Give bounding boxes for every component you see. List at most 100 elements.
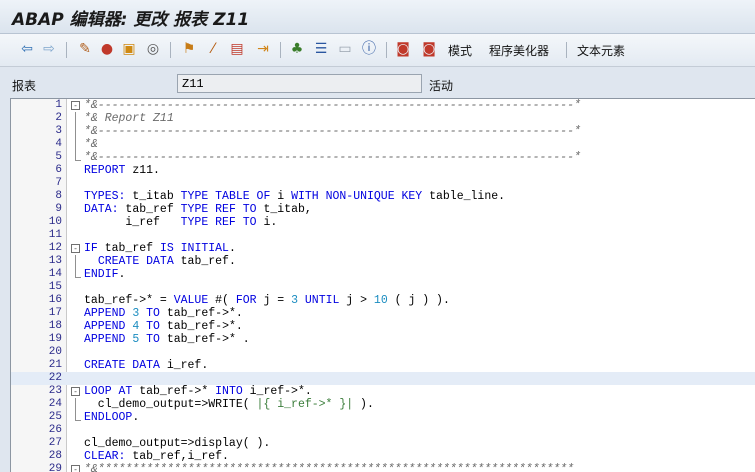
- code-text[interactable]: IF tab_ref IS INITIAL.: [84, 242, 236, 255]
- fold-marker[interactable]: -: [71, 385, 80, 398]
- code-text[interactable]: i_ref TYPE REF TO i.: [84, 216, 277, 229]
- fold-toggle-icon[interactable]: -: [71, 101, 80, 110]
- line-number: 21: [48, 359, 62, 371]
- line-number: 1: [55, 99, 62, 111]
- code-text[interactable]: ENDIF.: [84, 268, 125, 281]
- code-line[interactable]: 7: [11, 177, 755, 190]
- code-line[interactable]: 9 DATA: tab_ref TYPE REF TO t_itab,: [11, 203, 755, 216]
- fold-toggle-icon[interactable]: -: [71, 387, 80, 396]
- code-text[interactable]: tab_ref->* = VALUE #( FOR j = 3 UNTIL j …: [84, 294, 450, 307]
- code-line[interactable]: 3 *&-------------------------------------…: [11, 125, 755, 138]
- fold-marker: [71, 424, 80, 437]
- test-icon[interactable]: ⁄: [204, 40, 222, 58]
- fold-guide: [75, 398, 76, 411]
- code-text[interactable]: *&--------------------------------------…: [84, 151, 581, 164]
- code-line[interactable]: 22: [11, 372, 755, 385]
- code-line[interactable]: 26: [11, 424, 755, 437]
- fold-marker: [71, 333, 80, 346]
- display-object-list-icon[interactable]: ▭: [336, 40, 354, 58]
- back-icon[interactable]: ⇦: [18, 40, 36, 58]
- activate-icon[interactable]: ⚑: [180, 40, 198, 58]
- code-text[interactable]: CREATE DATA tab_ref.: [84, 255, 236, 268]
- fold-end-guide: [75, 268, 81, 278]
- line-number: 25: [48, 411, 62, 423]
- code-line[interactable]: 6 REPORT z11.: [11, 164, 755, 177]
- code-line[interactable]: 18 APPEND 4 TO tab_ref->*.: [11, 320, 755, 333]
- code-line[interactable]: 28 CLEAR: tab_ref,i_ref.: [11, 450, 755, 463]
- code-line[interactable]: 5 *&-------------------------------------…: [11, 151, 755, 164]
- code-line[interactable]: 8 TYPES: t_itab TYPE TABLE OF i WITH NON-…: [11, 190, 755, 203]
- code-text[interactable]: *&--------------------------------------…: [84, 99, 581, 112]
- code-text[interactable]: DATA: tab_ref TYPE REF TO t_itab,: [84, 203, 312, 216]
- code-line[interactable]: 10 i_ref TYPE REF TO i.: [11, 216, 755, 229]
- code-line[interactable]: 4 *&: [11, 138, 755, 151]
- code-line[interactable]: 1- *&------------------------------------…: [11, 99, 755, 112]
- line-number: 26: [48, 424, 62, 436]
- code-text[interactable]: APPEND 3 TO tab_ref->*.: [84, 307, 243, 320]
- code-line[interactable]: 16 tab_ref->* = VALUE #( FOR j = 3 UNTIL …: [11, 294, 755, 307]
- other-object-icon[interactable]: ▣: [120, 40, 138, 58]
- code-text[interactable]: REPORT z11.: [84, 164, 160, 177]
- code-line[interactable]: 20: [11, 346, 755, 359]
- fold-marker: [71, 372, 80, 385]
- code-line[interactable]: 24 cl_demo_output=>WRITE( |{ i_ref->* }|…: [11, 398, 755, 411]
- code-text[interactable]: cl_demo_output=>display( ).: [84, 437, 270, 450]
- code-text[interactable]: ENDLOOP.: [84, 411, 139, 424]
- fold-marker[interactable]: -: [71, 99, 80, 112]
- info-icon[interactable]: ⓘ: [360, 40, 378, 58]
- program-field-row: 报表 Z11 活动: [0, 73, 755, 97]
- code-line[interactable]: 15: [11, 281, 755, 294]
- where-used-icon[interactable]: ▤: [228, 40, 246, 58]
- code-text[interactable]: CLEAR: tab_ref,i_ref.: [84, 450, 229, 463]
- fold-marker: [71, 359, 80, 372]
- code-text[interactable]: LOOP AT tab_ref->* INTO i_ref->*.: [84, 385, 312, 398]
- code-text[interactable]: APPEND 4 TO tab_ref->*.: [84, 320, 243, 333]
- navigation-window-icon[interactable]: ☰: [312, 40, 330, 58]
- code-line[interactable]: 17 APPEND 3 TO tab_ref->*.: [11, 307, 755, 320]
- program-name-field[interactable]: Z11: [177, 74, 422, 93]
- code-line[interactable]: 27 cl_demo_output=>display( ).: [11, 437, 755, 450]
- code-text[interactable]: TYPES: t_itab TYPE TABLE OF i WITH NON-U…: [84, 190, 505, 203]
- external-breakpoint-icon[interactable]: ◙: [420, 40, 438, 58]
- line-number: 3: [55, 125, 62, 137]
- fold-marker: [71, 307, 80, 320]
- line-number: 24: [48, 398, 62, 410]
- code-text[interactable]: cl_demo_output=>WRITE( |{ i_ref->* }| ).: [84, 398, 374, 411]
- code-text[interactable]: CREATE DATA i_ref.: [84, 359, 208, 372]
- object-list-icon[interactable]: ⇥: [254, 40, 272, 58]
- fold-toggle-icon[interactable]: -: [71, 244, 80, 253]
- active-inactive-icon[interactable]: ●: [98, 40, 116, 58]
- display-change-icon[interactable]: ✎: [76, 40, 94, 58]
- fold-marker: [71, 294, 80, 307]
- line-number: 11: [48, 229, 62, 241]
- application-toolbar: ⇦ ⇨ ✎ ● ▣ ◎ ⚑ ⁄ ▤ ⇥ ♣ ☰ ▭ ⓘ ◙ ◙ 模式 程序美化器…: [0, 34, 755, 67]
- forward-icon[interactable]: ⇨: [40, 40, 58, 58]
- mode-button[interactable]: 模式: [448, 42, 472, 59]
- hierarchy-icon[interactable]: ♣: [288, 40, 306, 58]
- code-text[interactable]: *&--------------------------------------…: [84, 125, 581, 138]
- code-line[interactable]: 19 APPEND 5 TO tab_ref->* .: [11, 333, 755, 346]
- code-line[interactable]: 12- IF tab_ref IS INITIAL.: [11, 242, 755, 255]
- code-line[interactable]: 13 CREATE DATA tab_ref.: [11, 255, 755, 268]
- code-line[interactable]: 23- LOOP AT tab_ref->* INTO i_ref->*.: [11, 385, 755, 398]
- title-bar: ABAP 编辑器: 更改 报表 Z11: [0, 0, 755, 34]
- code-line[interactable]: 11: [11, 229, 755, 242]
- code-text[interactable]: *& Report Z11: [84, 112, 174, 125]
- code-line[interactable]: 25 ENDLOOP.: [11, 411, 755, 424]
- fold-marker[interactable]: -: [71, 242, 80, 255]
- breakpoint-icon[interactable]: ◙: [394, 40, 412, 58]
- code-text[interactable]: APPEND 5 TO tab_ref->* .: [84, 333, 250, 346]
- line-number: 18: [48, 320, 62, 332]
- check-icon[interactable]: ◎: [144, 40, 162, 58]
- code-text[interactable]: *&: [84, 138, 98, 151]
- code-line[interactable]: 2 *& Report Z11: [11, 112, 755, 125]
- line-number: 23: [48, 385, 62, 397]
- code-editor[interactable]: 1- *&------------------------------------…: [10, 98, 755, 472]
- line-number: 17: [48, 307, 62, 319]
- text-elements-button[interactable]: 文本元素: [577, 42, 625, 59]
- code-line[interactable]: 14 ENDIF.: [11, 268, 755, 281]
- line-number: 12: [48, 242, 62, 254]
- pretty-printer-button[interactable]: 程序美化器: [489, 42, 549, 59]
- code-line[interactable]: 21 CREATE DATA i_ref.: [11, 359, 755, 372]
- line-number: 16: [48, 294, 62, 306]
